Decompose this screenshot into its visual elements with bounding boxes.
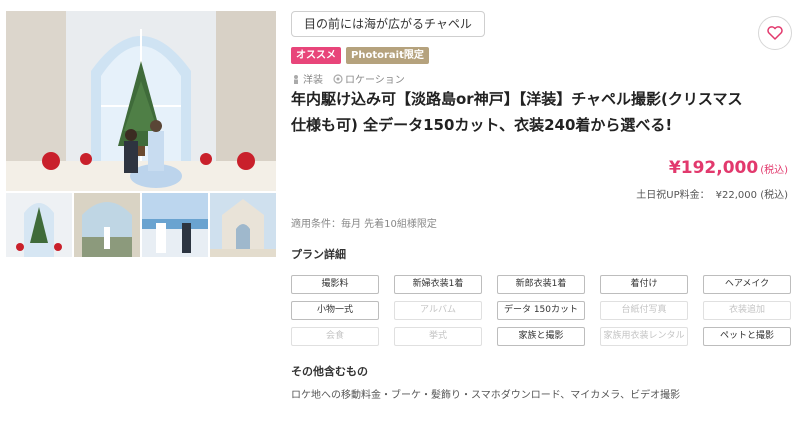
thumbnail-1[interactable]: [6, 193, 72, 257]
plan-detail-heading: プラン詳細: [291, 248, 346, 261]
detail-item: 撮影料: [291, 275, 379, 294]
badge-photorait-limited: Photorait限定: [346, 47, 429, 64]
thumbnail-3[interactable]: [142, 193, 208, 257]
thumbnail-2[interactable]: [74, 193, 140, 257]
detail-item: 新郎衣装1着: [497, 275, 585, 294]
tag-location-label: ロケーション: [345, 75, 405, 86]
thumbnail-4[interactable]: [210, 193, 276, 257]
holiday-surcharge: 土日祝UP料金： ¥22,000 (税込): [636, 186, 788, 201]
price-amount: ¥192,000: [668, 158, 759, 178]
badge-group: オススメ Photorait限定: [291, 47, 429, 64]
detail-item: 台紙付写真: [600, 301, 688, 320]
holiday-surcharge-amount: ¥22,000 (税込): [715, 190, 788, 201]
detail-item: 挙式: [394, 327, 482, 346]
holiday-surcharge-label: 土日祝UP料金：: [636, 190, 710, 201]
price: ¥192,000 (税込): [669, 158, 788, 178]
detail-item: 会食: [291, 327, 379, 346]
person-icon: [294, 74, 298, 84]
tag-list: 洋装 ロケーション: [291, 71, 405, 86]
price-tax-label: (税込): [760, 165, 788, 176]
detail-item: アルバム: [394, 301, 482, 320]
detail-item: ヘアメイク: [703, 275, 791, 294]
main-photo[interactable]: [6, 11, 276, 191]
detail-item: 小物一式: [291, 301, 379, 320]
heart-icon: [767, 26, 783, 40]
detail-item: 家族と撮影: [497, 327, 585, 346]
included-others-heading: その他含むもの: [291, 365, 368, 378]
applicable-conditions: 適用条件：毎月 先着10組様限定: [291, 219, 437, 230]
catch-copy: 目の前には海が広がるチャペル: [291, 11, 485, 37]
badge-osusume: オススメ: [291, 47, 341, 64]
included-others-text: ロケ地への移動料金・ブーケ・髪飾り・スマホダウンロード、マイカメラ、ビデオ撮影: [291, 390, 681, 401]
favorite-button[interactable]: [758, 16, 792, 50]
detail-item: データ 150カット: [497, 301, 585, 320]
plan-detail-grid: 撮影料 新婦衣装1着 新郎衣装1着 着付け ヘアメイク 小物一式 アルバム デー…: [291, 275, 791, 346]
detail-item: 衣装追加: [703, 301, 791, 320]
tag-yoso-label: 洋装: [303, 75, 323, 86]
detail-item: 着付け: [600, 275, 688, 294]
detail-item: 家族用衣装レンタル: [600, 327, 688, 346]
tag-yoso: 洋装: [291, 71, 323, 86]
detail-item: 新婦衣装1着: [394, 275, 482, 294]
location-icon: [333, 73, 343, 84]
plan-title[interactable]: 年内駆け込み可【淡路島or神戸】【洋装】チャペル撮影(クリスマス仕様も可) 全デ…: [291, 86, 751, 138]
detail-item: ペットと撮影: [703, 327, 791, 346]
thumbnail-strip: [6, 193, 276, 257]
tag-location: ロケーション: [333, 71, 405, 86]
